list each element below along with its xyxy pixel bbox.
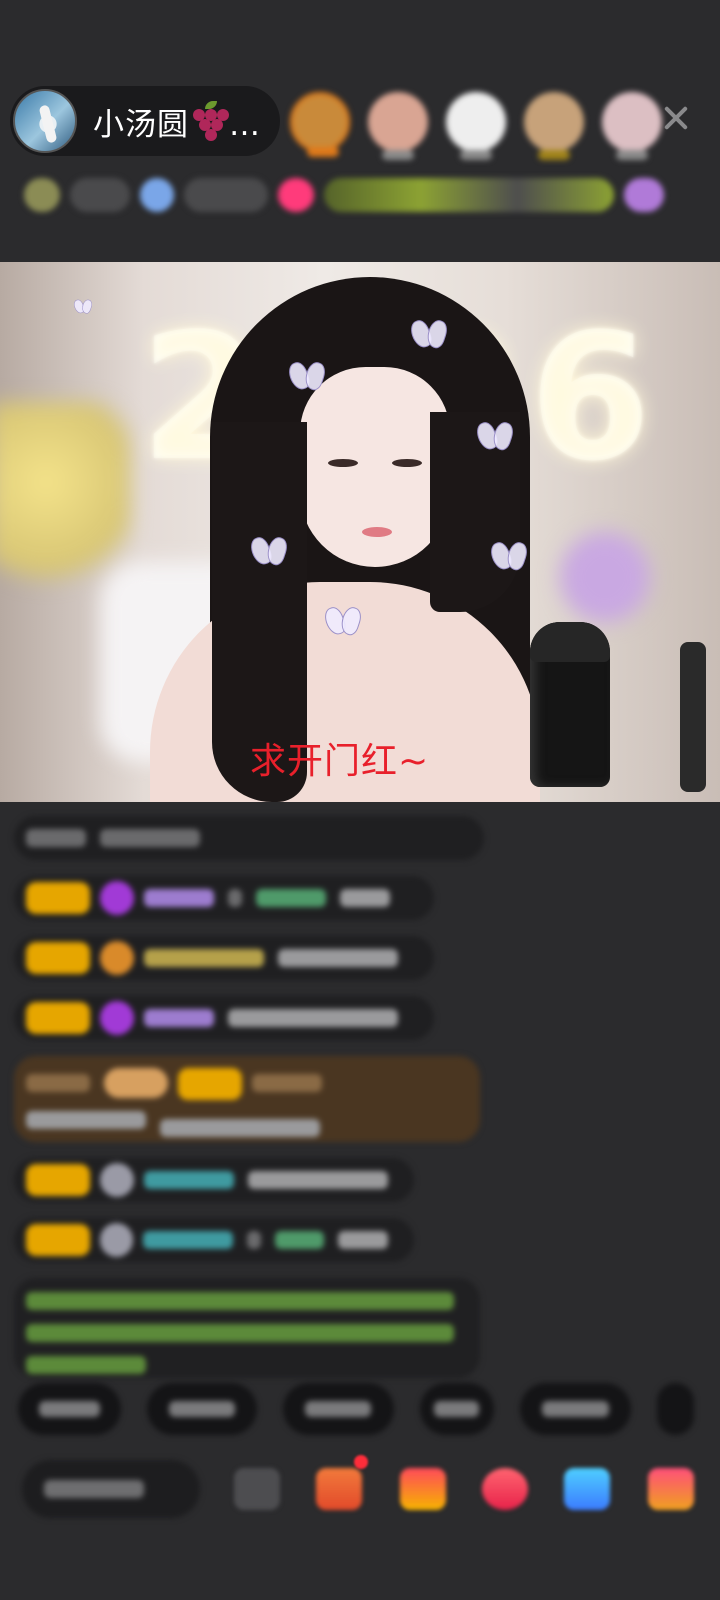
- fan-badge[interactable]: [26, 942, 90, 974]
- chat-list[interactable]: [14, 816, 494, 1394]
- chat-message[interactable]: [14, 936, 434, 980]
- chat-message-highlight[interactable]: [14, 1056, 480, 1142]
- rank-text: [70, 178, 130, 212]
- host-name-ellipsis: …: [229, 106, 261, 143]
- follow-icon[interactable]: [278, 178, 314, 212]
- bottom-toolbar[interactable]: [0, 1450, 720, 1530]
- host-avatar[interactable]: [13, 89, 77, 153]
- rank-chip[interactable]: [24, 178, 60, 212]
- game-icon[interactable]: [564, 1468, 610, 1510]
- gift-box-icon[interactable]: [316, 1468, 362, 1510]
- quick-reply-button[interactable]: [520, 1383, 631, 1435]
- system-notice: [14, 1278, 480, 1378]
- butterfly-icon: [478, 422, 512, 452]
- butterfly-icon: [75, 300, 92, 315]
- activity-icon[interactable]: [624, 178, 664, 212]
- fan-badge[interactable]: [26, 1002, 90, 1034]
- butterfly-icon: [492, 542, 526, 572]
- viewer-avatar[interactable]: [368, 92, 428, 160]
- notification-dot: [354, 1455, 368, 1469]
- heart-gift-icon[interactable]: [482, 1468, 528, 1510]
- close-icon[interactable]: [660, 103, 690, 133]
- gem-icon: [100, 881, 134, 915]
- fan-badge[interactable]: [26, 1164, 90, 1196]
- chat-message[interactable]: [14, 1158, 414, 1202]
- fan-badge[interactable]: [26, 882, 90, 914]
- fan-text: [184, 178, 268, 212]
- top-viewers[interactable]: [290, 82, 680, 162]
- shop-icon[interactable]: [648, 1468, 694, 1510]
- gem-icon: [100, 1001, 134, 1035]
- viewer-avatar[interactable]: [446, 92, 506, 160]
- face-icon[interactable]: [234, 1468, 280, 1510]
- butterfly-icon: [326, 607, 360, 637]
- quick-reply-button[interactable]: [656, 1383, 695, 1435]
- chat-message[interactable]: [14, 816, 484, 860]
- mic-stand: [680, 642, 706, 792]
- butterfly-icon: [290, 362, 324, 392]
- butterfly-icon: [412, 320, 446, 350]
- user-avatar[interactable]: [99, 1223, 134, 1257]
- microphone-grill: [530, 622, 610, 662]
- comment-input[interactable]: [22, 1460, 200, 1518]
- user-avatar[interactable]: [100, 1163, 134, 1197]
- host-info-pill[interactable]: 小汤圆 …: [10, 86, 280, 156]
- video-caption: 求开门红~: [250, 741, 430, 782]
- butterfly-icon: [252, 537, 286, 567]
- flame-icon: [100, 941, 134, 975]
- viewer-avatar[interactable]: [602, 92, 662, 160]
- viewer-avatar[interactable]: [524, 92, 584, 160]
- treasure-icon[interactable]: [400, 1468, 446, 1510]
- grape-icon: [189, 100, 229, 141]
- viewer-avatar[interactable]: [290, 92, 350, 157]
- live-video[interactable]: 2026 求开门红~: [0, 262, 720, 802]
- quick-reply-button[interactable]: [18, 1383, 121, 1435]
- streamer-face: [300, 367, 450, 567]
- host-name-text: 小汤圆: [93, 106, 189, 143]
- quick-reply-row[interactable]: [18, 1383, 720, 1439]
- chat-message[interactable]: [14, 1218, 414, 1262]
- quick-reply-button[interactable]: [419, 1383, 495, 1435]
- host-name: 小汤圆 …: [93, 99, 261, 144]
- activity-banner[interactable]: [324, 178, 614, 212]
- fan-icon: [140, 178, 174, 212]
- quick-reply-button[interactable]: [146, 1383, 258, 1435]
- room-info-row[interactable]: [24, 174, 700, 216]
- chat-message[interactable]: [14, 996, 434, 1040]
- quick-reply-button[interactable]: [283, 1383, 394, 1435]
- fan-badge[interactable]: [26, 1224, 90, 1256]
- chat-message[interactable]: [14, 876, 434, 920]
